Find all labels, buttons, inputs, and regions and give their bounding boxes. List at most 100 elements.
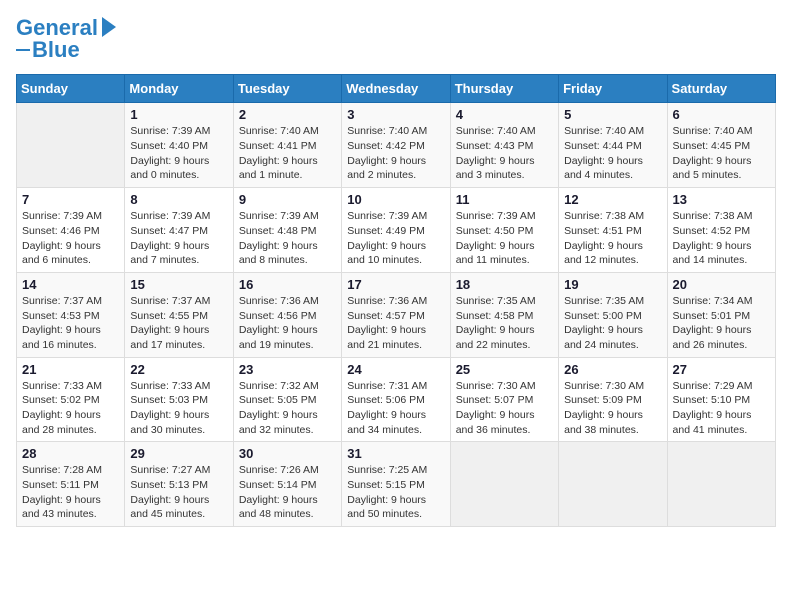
calendar-week-row: 7 Sunrise: 7:39 AM Sunset: 4:46 PM Daylig…	[17, 188, 776, 273]
day-info: Sunrise: 7:39 AM Sunset: 4:46 PM Dayligh…	[22, 209, 119, 268]
day-number: 9	[239, 192, 336, 207]
calendar-cell: 9 Sunrise: 7:39 AM Sunset: 4:48 PM Daylig…	[233, 188, 341, 273]
day-number: 6	[673, 107, 770, 122]
calendar-cell: 15 Sunrise: 7:37 AM Sunset: 4:55 PM Dayli…	[125, 272, 233, 357]
calendar-cell: 16Sunrise: 7:36 AM Sunset: 4:56 PM Dayli…	[233, 272, 341, 357]
calendar-cell: 20 Sunrise: 7:34 AM Sunset: 5:01 PM Dayli…	[667, 272, 775, 357]
calendar-cell: 8Sunrise: 7:39 AM Sunset: 4:47 PM Daylig…	[125, 188, 233, 273]
calendar-cell: 21 Sunrise: 7:33 AM Sunset: 5:02 PM Dayli…	[17, 357, 125, 442]
weekday-header-row: SundayMondayTuesdayWednesdayThursdayFrid…	[17, 75, 776, 103]
day-number: 16	[239, 277, 336, 292]
calendar-cell: 18Sunrise: 7:35 AM Sunset: 4:58 PM Dayli…	[450, 272, 558, 357]
logo-text-line2: Blue	[32, 38, 80, 62]
calendar-body: 1 Sunrise: 7:39 AM Sunset: 4:40 PM Daylig…	[17, 103, 776, 527]
day-info: Sunrise: 7:39 AM Sunset: 4:47 PM Dayligh…	[130, 209, 227, 268]
day-info: Sunrise: 7:30 AM Sunset: 5:07 PM Dayligh…	[456, 379, 553, 438]
weekday-header-cell: Thursday	[450, 75, 558, 103]
logo: General Blue	[16, 16, 116, 62]
day-info: Sunrise: 7:38 AM Sunset: 4:52 PM Dayligh…	[673, 209, 770, 268]
calendar-cell	[17, 103, 125, 188]
calendar-week-row: 21 Sunrise: 7:33 AM Sunset: 5:02 PM Dayli…	[17, 357, 776, 442]
calendar-cell	[450, 442, 558, 527]
day-number: 25	[456, 362, 553, 377]
calendar-cell: 4 Sunrise: 7:40 AM Sunset: 4:43 PM Daylig…	[450, 103, 558, 188]
day-info: Sunrise: 7:40 AM Sunset: 4:43 PM Dayligh…	[456, 124, 553, 183]
day-number: 7	[22, 192, 119, 207]
day-info: Sunrise: 7:34 AM Sunset: 5:01 PM Dayligh…	[673, 294, 770, 353]
day-info: Sunrise: 7:26 AM Sunset: 5:14 PM Dayligh…	[239, 463, 336, 522]
day-info: Sunrise: 7:39 AM Sunset: 4:50 PM Dayligh…	[456, 209, 553, 268]
calendar-cell: 3 Sunrise: 7:40 AM Sunset: 4:42 PM Daylig…	[342, 103, 450, 188]
day-info: Sunrise: 7:33 AM Sunset: 5:02 PM Dayligh…	[22, 379, 119, 438]
day-number: 17	[347, 277, 444, 292]
day-number: 27	[673, 362, 770, 377]
calendar-week-row: 1 Sunrise: 7:39 AM Sunset: 4:40 PM Daylig…	[17, 103, 776, 188]
day-number: 23	[239, 362, 336, 377]
weekday-header-cell: Monday	[125, 75, 233, 103]
day-info: Sunrise: 7:29 AM Sunset: 5:10 PM Dayligh…	[673, 379, 770, 438]
calendar-cell: 27 Sunrise: 7:29 AM Sunset: 5:10 PM Dayli…	[667, 357, 775, 442]
day-info: Sunrise: 7:27 AM Sunset: 5:13 PM Dayligh…	[130, 463, 227, 522]
calendar-cell: 19 Sunrise: 7:35 AM Sunset: 5:00 PM Dayli…	[559, 272, 667, 357]
day-number: 21	[22, 362, 119, 377]
calendar-week-row: 14 Sunrise: 7:37 AM Sunset: 4:53 PM Dayli…	[17, 272, 776, 357]
day-number: 15	[130, 277, 227, 292]
calendar-cell: 17 Sunrise: 7:36 AM Sunset: 4:57 PM Dayli…	[342, 272, 450, 357]
calendar-cell: 22 Sunrise: 7:33 AM Sunset: 5:03 PM Dayli…	[125, 357, 233, 442]
day-number: 4	[456, 107, 553, 122]
day-info: Sunrise: 7:37 AM Sunset: 4:55 PM Dayligh…	[130, 294, 227, 353]
weekday-header-cell: Saturday	[667, 75, 775, 103]
calendar-cell: 24 Sunrise: 7:31 AM Sunset: 5:06 PM Dayli…	[342, 357, 450, 442]
day-number: 29	[130, 446, 227, 461]
calendar-cell: 25 Sunrise: 7:30 AM Sunset: 5:07 PM Dayli…	[450, 357, 558, 442]
calendar-cell: 30Sunrise: 7:26 AM Sunset: 5:14 PM Dayli…	[233, 442, 341, 527]
calendar-cell: 26 Sunrise: 7:30 AM Sunset: 5:09 PM Dayli…	[559, 357, 667, 442]
day-info: Sunrise: 7:36 AM Sunset: 4:57 PM Dayligh…	[347, 294, 444, 353]
day-info: Sunrise: 7:39 AM Sunset: 4:48 PM Dayligh…	[239, 209, 336, 268]
day-number: 5	[564, 107, 661, 122]
day-number: 22	[130, 362, 227, 377]
calendar-cell: 13 Sunrise: 7:38 AM Sunset: 4:52 PM Dayli…	[667, 188, 775, 273]
calendar-cell: 2Sunrise: 7:40 AM Sunset: 4:41 PM Daylig…	[233, 103, 341, 188]
calendar-cell: 31 Sunrise: 7:25 AM Sunset: 5:15 PM Dayli…	[342, 442, 450, 527]
calendar-cell: 11Sunrise: 7:39 AM Sunset: 4:50 PM Dayli…	[450, 188, 558, 273]
day-info: Sunrise: 7:39 AM Sunset: 4:49 PM Dayligh…	[347, 209, 444, 268]
weekday-header-cell: Tuesday	[233, 75, 341, 103]
weekday-header-cell: Friday	[559, 75, 667, 103]
weekday-header-cell: Sunday	[17, 75, 125, 103]
day-info: Sunrise: 7:30 AM Sunset: 5:09 PM Dayligh…	[564, 379, 661, 438]
day-info: Sunrise: 7:25 AM Sunset: 5:15 PM Dayligh…	[347, 463, 444, 522]
day-info: Sunrise: 7:40 AM Sunset: 4:44 PM Dayligh…	[564, 124, 661, 183]
day-info: Sunrise: 7:39 AM Sunset: 4:40 PM Dayligh…	[130, 124, 227, 183]
day-number: 2	[239, 107, 336, 122]
calendar-cell: 12 Sunrise: 7:38 AM Sunset: 4:51 PM Dayli…	[559, 188, 667, 273]
calendar-cell: 10Sunrise: 7:39 AM Sunset: 4:49 PM Dayli…	[342, 188, 450, 273]
day-info: Sunrise: 7:28 AM Sunset: 5:11 PM Dayligh…	[22, 463, 119, 522]
day-info: Sunrise: 7:37 AM Sunset: 4:53 PM Dayligh…	[22, 294, 119, 353]
day-info: Sunrise: 7:31 AM Sunset: 5:06 PM Dayligh…	[347, 379, 444, 438]
calendar-cell: 5 Sunrise: 7:40 AM Sunset: 4:44 PM Daylig…	[559, 103, 667, 188]
day-info: Sunrise: 7:33 AM Sunset: 5:03 PM Dayligh…	[130, 379, 227, 438]
day-number: 28	[22, 446, 119, 461]
day-number: 31	[347, 446, 444, 461]
day-info: Sunrise: 7:38 AM Sunset: 4:51 PM Dayligh…	[564, 209, 661, 268]
day-number: 19	[564, 277, 661, 292]
calendar-table: SundayMondayTuesdayWednesdayThursdayFrid…	[16, 74, 776, 527]
day-number: 3	[347, 107, 444, 122]
day-number: 26	[564, 362, 661, 377]
logo-arrow-icon	[102, 17, 116, 37]
day-number: 12	[564, 192, 661, 207]
day-number: 13	[673, 192, 770, 207]
calendar-cell	[667, 442, 775, 527]
day-number: 20	[673, 277, 770, 292]
day-number: 14	[22, 277, 119, 292]
day-number: 24	[347, 362, 444, 377]
day-info: Sunrise: 7:35 AM Sunset: 5:00 PM Dayligh…	[564, 294, 661, 353]
day-number: 1	[130, 107, 227, 122]
calendar-cell: 6Sunrise: 7:40 AM Sunset: 4:45 PM Daylig…	[667, 103, 775, 188]
day-info: Sunrise: 7:35 AM Sunset: 4:58 PM Dayligh…	[456, 294, 553, 353]
calendar-week-row: 28 Sunrise: 7:28 AM Sunset: 5:11 PM Dayli…	[17, 442, 776, 527]
calendar-cell: 28 Sunrise: 7:28 AM Sunset: 5:11 PM Dayli…	[17, 442, 125, 527]
calendar-cell: 29 Sunrise: 7:27 AM Sunset: 5:13 PM Dayli…	[125, 442, 233, 527]
day-info: Sunrise: 7:40 AM Sunset: 4:42 PM Dayligh…	[347, 124, 444, 183]
